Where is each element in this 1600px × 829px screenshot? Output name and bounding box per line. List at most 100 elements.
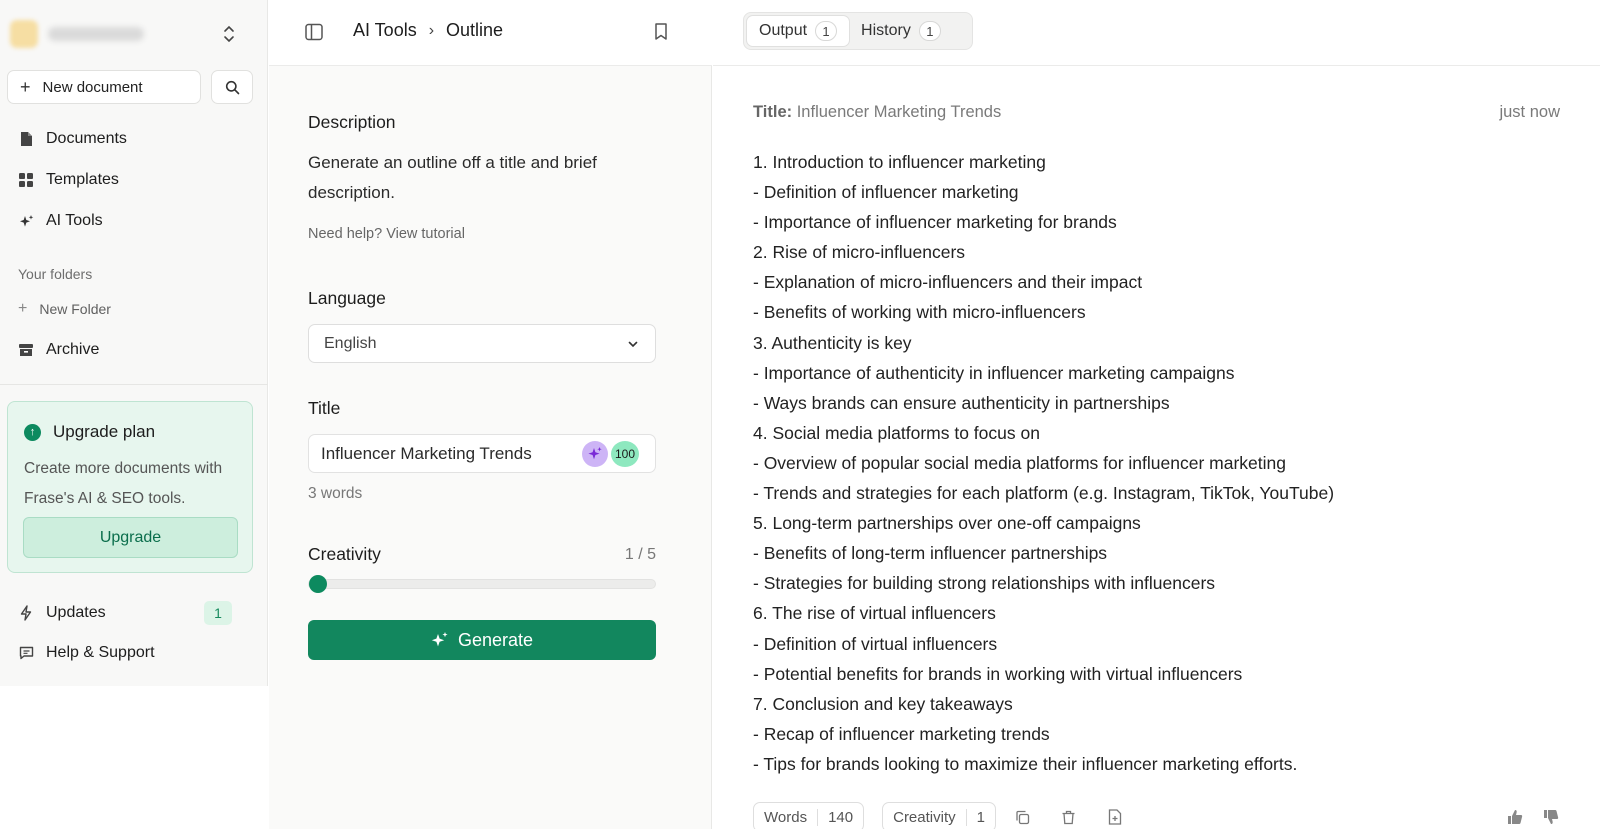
new-folder-button[interactable]: + New Folder [18,300,111,318]
slider-handle[interactable] [309,575,327,593]
tool-form-panel: AI Tools › Outline Description Generate … [269,0,712,829]
sidebar-item-help-support[interactable]: Help & Support [18,644,155,662]
sidebar-item-label: Documents [46,130,127,147]
sidebar-divider [0,384,268,385]
thumbs-up-icon[interactable] [1506,808,1524,826]
sidebar-toggle-icon[interactable] [305,23,323,41]
output-line: - Potential benefits for brands in worki… [753,663,1243,684]
creativity-pill-label: Creativity [893,808,956,826]
word-count-pill: Words 140 [753,802,865,829]
upgrade-title-label: Upgrade plan [53,422,156,441]
tab-label: History [861,22,911,39]
output-line: - Strategies for building strong relatio… [753,573,1216,594]
words-label: Words [764,808,808,826]
tab-count-badge: 1 [918,21,941,41]
output-line: - Definition of virtual influencers [753,633,998,654]
ai-sparkle-icon[interactable] [582,441,608,467]
output-content: 1. Introduction to influencer marketing -… [753,147,1573,779]
copy-icon[interactable] [1014,808,1032,826]
view-tutorial-link[interactable]: Need help? View tutorial [308,226,465,242]
creativity-slider[interactable] [308,575,656,593]
title-label: Title [308,398,341,418]
upgrade-button[interactable]: Upgrade [23,517,238,558]
sidebar-item-label: Updates [46,604,106,621]
output-header: Output 1 History 1 [713,0,1600,66]
search-button[interactable] [211,70,253,104]
grid-icon [18,172,34,188]
output-line: - Tips for brands looking to maximize th… [753,753,1298,774]
language-select[interactable]: English [308,324,656,363]
sidebar-item-label: AI Tools [46,212,103,229]
output-title: Title: Influencer Marketing Trends [753,103,1001,122]
sidebar-item-documents[interactable]: Documents [18,130,127,148]
workspace-switcher[interactable] [10,16,256,52]
sidebar-item-ai-tools[interactable]: AI Tools [18,212,103,230]
output-footer: Words 140 Creativity 1 [753,802,1152,829]
tab-label: Output [759,22,808,39]
upgrade-plan-title: ↑ Upgrade plan [24,422,155,442]
title-score-badge: 100 [611,441,639,467]
bookmark-icon[interactable] [653,22,669,42]
chat-icon [18,645,34,661]
output-timestamp: just now [1499,103,1560,121]
generate-label: Generate [457,629,534,650]
output-line: 7. Conclusion and key takeaways [753,693,1013,714]
title-input[interactable]: Influencer Marketing Trends 100 [308,434,656,473]
output-line: - Definition of influencer marketing [753,182,1019,203]
sidebar-item-templates[interactable]: Templates [18,171,119,189]
new-document-label: New document [42,78,143,96]
chevron-up-down-icon[interactable] [222,24,236,44]
output-line: - Recap of influencer marketing trends [753,723,1050,744]
thumbs-down-icon[interactable] [1542,808,1560,826]
search-icon [225,80,239,94]
output-line: 2. Rise of micro-influencers [753,242,966,263]
plus-icon: + [20,77,31,97]
output-panel: Output 1 History 1 Title: Influencer Mar… [713,0,1600,829]
tab-count-badge: 1 [815,21,838,41]
creativity-label: Creativity [308,544,381,564]
new-document-button[interactable]: + New document [7,70,201,104]
sparkle-icon [431,632,448,647]
workspace-name-blurred [48,27,144,41]
output-line: - Overview of popular social media platf… [753,452,1286,473]
output-line: - Benefits of working with micro-influen… [753,302,1086,323]
archive-icon [18,342,34,358]
output-line: - Trends and strategies for each platfor… [753,483,1335,504]
workspace-logo [10,20,38,48]
words-value: 140 [817,808,853,826]
output-line: - Benefits of long-term influencer partn… [753,543,1108,564]
tab-output[interactable]: Output 1 [747,16,850,46]
output-tabs: Output 1 History 1 [743,12,973,50]
trash-icon[interactable] [1060,808,1078,826]
sidebar-item-label: Help & Support [46,644,155,661]
output-line: - Importance of influencer marketing for… [753,212,1117,233]
language-label: Language [308,288,386,308]
plus-icon: + [18,300,28,317]
add-to-document-icon[interactable] [1106,808,1124,826]
tool-header: AI Tools › Outline [269,0,712,66]
output-line: - Importance of authenticity in influenc… [753,362,1235,383]
chevron-right-icon: › [428,21,435,39]
feedback-buttons [1488,808,1560,826]
creativity-pill: Creativity 1 [882,802,996,829]
creativity-pill-value: 1 [965,808,985,826]
sidebar-item-updates[interactable]: Updates [18,604,106,622]
creativity-value: 1 / 5 [624,546,656,563]
title-input-value: Influencer Marketing Trends [321,443,532,463]
new-folder-label: New Folder [39,301,111,317]
generate-button[interactable]: Generate [308,620,656,660]
upgrade-description: Create more documents with Frase's AI & … [24,460,223,507]
output-line: - Ways brands can ensure authenticity in… [753,392,1170,413]
output-line: 6. The rise of virtual influencers [753,603,996,624]
description-label: Description [308,112,396,132]
output-line: 4. Social media platforms to focus on [753,422,1040,443]
creativity-row: Creativity 1 / 5 [308,544,656,565]
sparkle-icon [18,213,34,229]
output-line: 1. Introduction to influencer marketing [753,152,1046,172]
updates-count-badge: 1 [204,601,232,625]
upgrade-plan-card: ↑ Upgrade plan Create more documents wit… [7,401,253,573]
breadcrumb-parent[interactable]: AI Tools [353,20,417,41]
output-title-text: Influencer Marketing Trends [796,103,1002,121]
tab-history[interactable]: History 1 [849,16,953,46]
sidebar-item-archive[interactable]: Archive [18,341,99,359]
